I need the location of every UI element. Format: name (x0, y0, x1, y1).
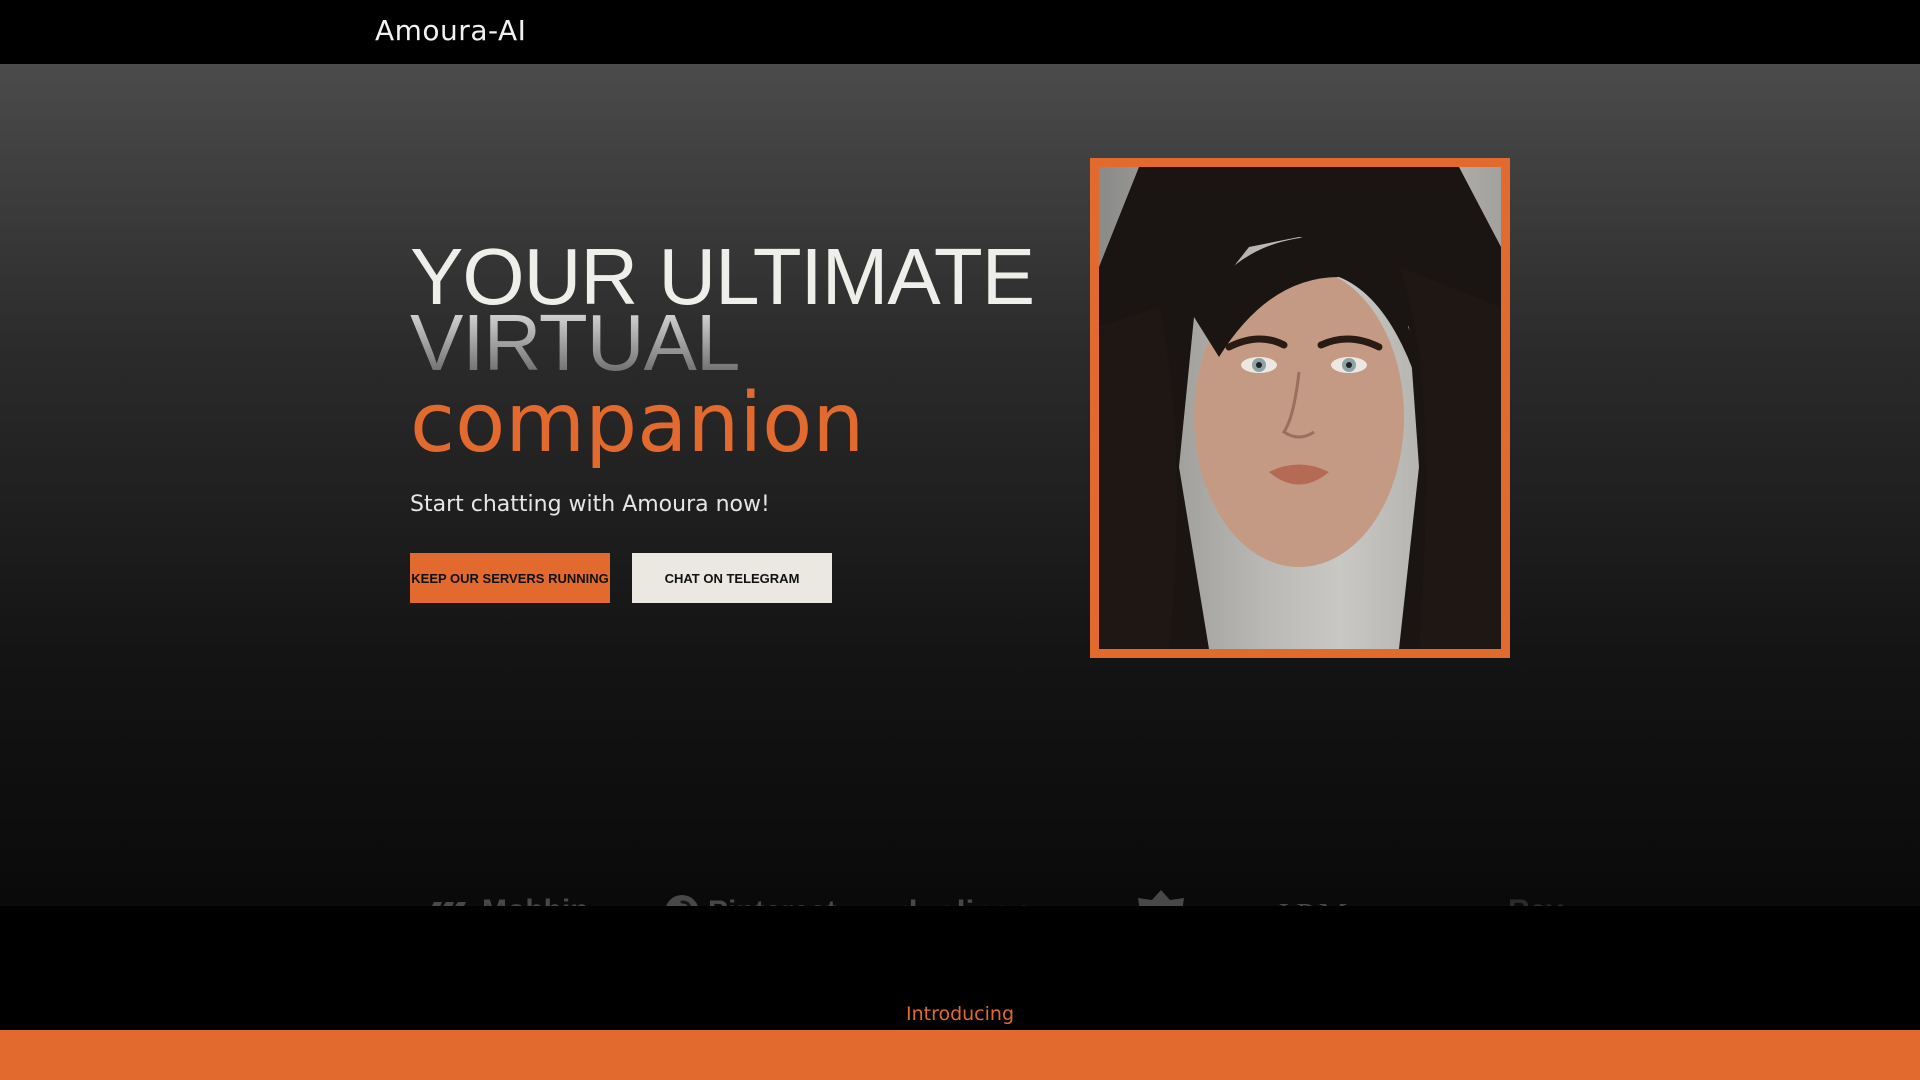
brand-logo-text[interactable]: Amoura-AI (375, 14, 526, 47)
chat-on-telegram-button[interactable]: CHAT ON TELEGRAM (632, 553, 832, 603)
portrait-frame (1090, 158, 1510, 658)
companion-portrait-image (1099, 167, 1501, 649)
top-navbar: Amoura-AI (0, 0, 1920, 64)
headline-line-3: companion (410, 376, 865, 471)
hero-subtitle: Start chatting with Amoura now! (410, 492, 770, 517)
hero-headline: YOUR ULTIMATE VIRTUAL companion (410, 237, 1050, 472)
portrait-illustration (1099, 167, 1501, 649)
orange-section-band (0, 1030, 1920, 1080)
introducing-label: Introducing (905, 1003, 1015, 1025)
keep-servers-running-button[interactable]: KEEP OUR SERVERS RUNNING (410, 553, 610, 603)
hero-section: YOUR ULTIMATE VIRTUAL companion Start ch… (0, 64, 1920, 948)
